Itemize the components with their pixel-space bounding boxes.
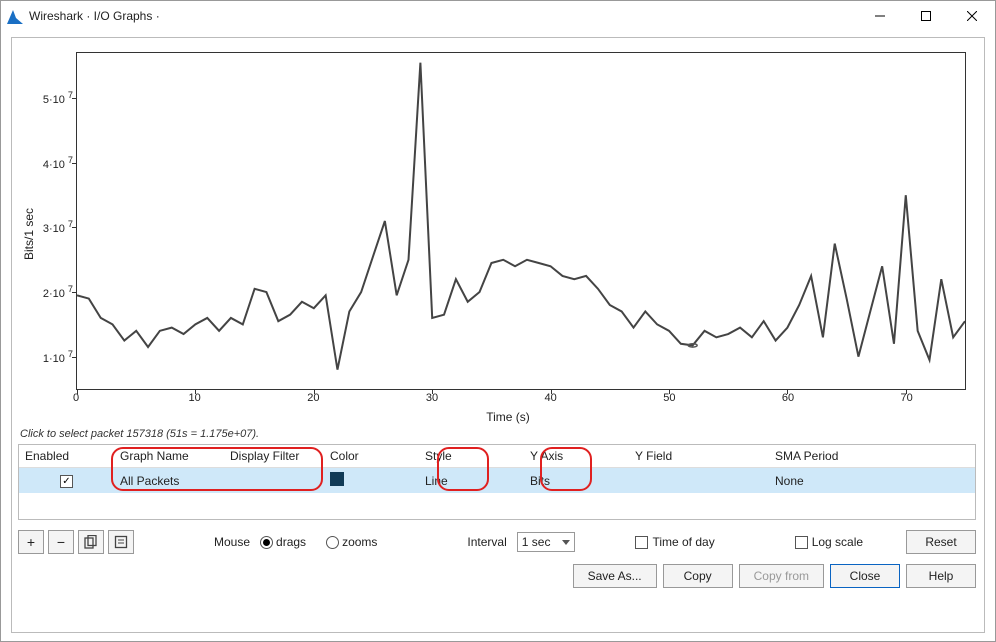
table-row[interactable]: All Packets Line Bits None — [19, 468, 975, 494]
mouse-label: Mouse — [214, 535, 250, 549]
close-button[interactable]: Close — [830, 564, 900, 588]
maximize-button[interactable] — [903, 1, 949, 31]
duplicate-graph-button[interactable] — [78, 530, 104, 554]
logscale-checkbox[interactable]: Log scale — [795, 535, 863, 549]
col-style[interactable]: Style — [419, 445, 524, 468]
help-button[interactable]: Help — [906, 564, 976, 588]
x-tick-label: 50 — [663, 392, 675, 404]
x-tick-label: 30 — [426, 392, 438, 404]
col-enabled[interactable]: Enabled — [19, 445, 114, 468]
x-tick-label: 70 — [901, 392, 913, 404]
copy-button[interactable]: Copy — [663, 564, 733, 588]
add-graph-button[interactable]: + — [18, 530, 44, 554]
window-frame: Wireshark · I/O Graphs · Bits/1 sec 1·10… — [0, 0, 996, 642]
chart-panel: Bits/1 sec 1·10 7 2·10 7 3·10 7 4·10 7 5·10 … — [18, 44, 976, 424]
y-tick-label: 2·10 7 — [43, 284, 73, 300]
y-tick-label: 5·10 7 — [43, 90, 73, 106]
client-area: Bits/1 sec 1·10 7 2·10 7 3·10 7 4·10 7 5·10 … — [11, 37, 985, 633]
toolbar: + − Mouse drags zooms Interval 1 sec Tim… — [18, 530, 976, 554]
y-tick-label: 4·10 7 — [43, 155, 73, 171]
y-tick-label: 1·10 7 — [43, 349, 73, 365]
toolbar-left-group: + − — [18, 530, 134, 554]
minimize-button[interactable] — [857, 1, 903, 31]
radio-zooms[interactable]: zooms — [326, 535, 377, 549]
close-window-button[interactable] — [949, 1, 995, 31]
clear-graphs-button[interactable] — [108, 530, 134, 554]
x-tick-label: 20 — [307, 392, 319, 404]
x-ticks: 0 10 20 30 40 50 60 70 — [76, 390, 966, 408]
col-graph-name[interactable]: Graph Name — [114, 445, 224, 468]
saveas-button[interactable]: Save As... — [573, 564, 657, 588]
table-header-row: Enabled Graph Name Display Filter Color … — [19, 445, 975, 468]
col-yfield[interactable]: Y Field — [629, 445, 769, 468]
chevron-down-icon — [562, 540, 570, 545]
col-yaxis[interactable]: Y Axis — [524, 445, 629, 468]
cell-yaxis[interactable]: Bits — [524, 468, 629, 494]
col-sma[interactable]: SMA Period — [769, 445, 975, 468]
plot-area[interactable]: 1·10 72·10 73·10 74·10 75·10 7 — [76, 52, 966, 390]
y-ticks: 1·10 7 2·10 7 3·10 7 4·10 7 5·10 7 — [35, 53, 75, 389]
app-icon — [7, 8, 23, 24]
col-color[interactable]: Color — [324, 445, 419, 468]
x-tick-label: 40 — [545, 392, 557, 404]
cell-sma[interactable]: None — [769, 468, 975, 494]
copyfrom-button[interactable]: Copy from — [739, 564, 824, 588]
reset-button[interactable]: Reset — [906, 530, 976, 554]
x-tick-label: 0 — [73, 392, 79, 404]
status-line: Click to select packet 157318 (51s = 1.1… — [18, 424, 976, 444]
col-display-filter[interactable]: Display Filter — [224, 445, 324, 468]
remove-graph-button[interactable]: − — [48, 530, 74, 554]
enabled-checkbox[interactable] — [60, 475, 73, 488]
window-title: Wireshark · I/O Graphs · — [29, 9, 160, 23]
series-line — [77, 53, 965, 389]
interval-label: Interval — [467, 535, 506, 549]
y-axis-label: Bits/1 sec — [22, 208, 36, 260]
interval-select[interactable]: 1 sec — [517, 532, 576, 552]
x-axis-label: Time (s) — [40, 410, 976, 424]
timeofday-checkbox[interactable]: Time of day — [635, 535, 714, 549]
cell-style[interactable]: Line — [419, 468, 524, 494]
title-bar: Wireshark · I/O Graphs · — [1, 1, 995, 31]
graph-config-table: Enabled Graph Name Display Filter Color … — [18, 444, 976, 520]
plot-outer: 1·10 72·10 73·10 74·10 75·10 7 010203040… — [40, 44, 976, 424]
x-tick-label: 60 — [782, 392, 794, 404]
y-tick-label: 3·10 7 — [43, 220, 73, 236]
dialog-button-row: Save As... Copy Copy from Close Help — [18, 564, 976, 588]
x-tick-label: 10 — [189, 392, 201, 404]
cell-yfield[interactable] — [629, 468, 769, 494]
radio-drags[interactable]: drags — [260, 535, 306, 549]
color-swatch[interactable] — [330, 472, 344, 486]
cell-graph-name[interactable]: All Packets — [114, 468, 224, 494]
cell-display-filter[interactable] — [224, 468, 324, 494]
